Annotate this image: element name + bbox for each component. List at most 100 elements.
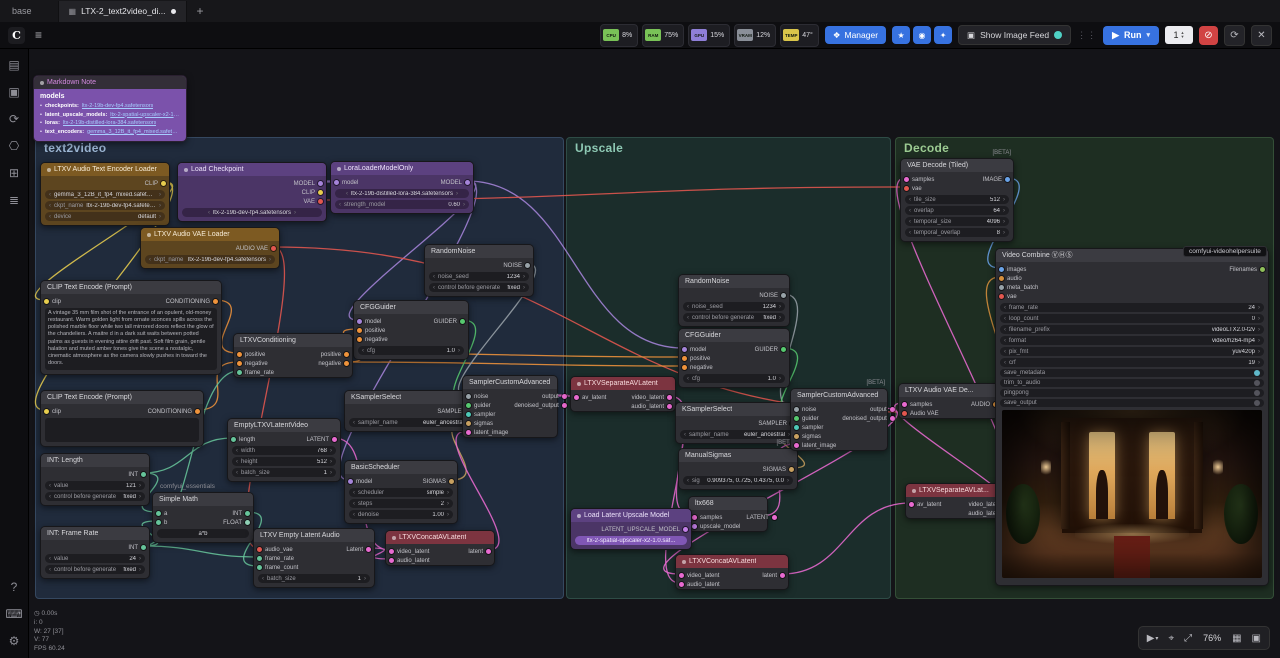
input-port-dot[interactable] bbox=[334, 180, 339, 185]
number-widget[interactable]: ‹sig0.909375, 0.725, 0.4375, 0.0› bbox=[683, 476, 793, 485]
input-port-dot[interactable] bbox=[44, 409, 49, 414]
toggle-save_metadata[interactable]: save_metadata bbox=[1000, 369, 1264, 377]
output-port-dot[interactable] bbox=[141, 545, 146, 550]
target-tool[interactable]: ⌖ bbox=[1164, 633, 1178, 644]
input-port-dot[interactable] bbox=[679, 582, 684, 587]
combo-widget[interactable]: a*b bbox=[157, 529, 249, 538]
node-concat-av-2[interactable]: LTXVConcatAVLatentvideo_latentaudio_late… bbox=[675, 554, 789, 590]
models-icon[interactable]: ⊞ bbox=[9, 166, 19, 180]
input-port-dot[interactable] bbox=[466, 430, 471, 435]
run-count-input[interactable]: 1 ▲▼ bbox=[1165, 26, 1193, 44]
note-link[interactable]: ltx-2-19b-dev-fp4.safetensors bbox=[82, 102, 154, 111]
note-link[interactable]: ltx-2-19b-distilled-lora-384.safetensors bbox=[63, 119, 157, 128]
clear-queue-button[interactable]: ✕ bbox=[1251, 25, 1272, 46]
output-port-dot[interactable] bbox=[562, 403, 567, 408]
pin-icon[interactable]: ✦ bbox=[934, 26, 952, 44]
input-port-dot[interactable] bbox=[466, 421, 471, 426]
node-clip-pos[interactable]: CLIP Text Encode (Prompt)clipCONDITIONIN… bbox=[40, 280, 222, 375]
node-ksampler-select-1[interactable]: KSamplerSelectSAMPLER‹sampler_nameeuler_… bbox=[344, 390, 478, 432]
node-random-noise-2[interactable]: RandomNoiseNOISE‹noise_seed1234›‹control… bbox=[678, 274, 790, 327]
combo-widget[interactable]: ‹schedulersimple› bbox=[349, 488, 453, 497]
output-port-dot[interactable] bbox=[161, 181, 166, 186]
number-widget[interactable]: ‹denoise1.00› bbox=[349, 510, 453, 519]
output-port-dot[interactable] bbox=[562, 394, 567, 399]
refresh-button[interactable]: ⟳ bbox=[1224, 25, 1245, 46]
output-port-dot[interactable] bbox=[366, 547, 371, 552]
input-port-dot[interactable] bbox=[237, 370, 242, 375]
node-audio-vae-loader[interactable]: LTXV Audio VAE LoaderAUDIO VAE‹ckpt_name… bbox=[140, 227, 280, 269]
input-port-dot[interactable] bbox=[999, 294, 1004, 299]
comfyui-logo[interactable]: C bbox=[8, 27, 25, 44]
node-audio-text-encoder[interactable]: LTXV Audio Text Encoder LoaderCLIP‹gemma… bbox=[40, 162, 170, 226]
number-widget[interactable]: ‹cfg1.0› bbox=[683, 374, 785, 383]
input-port-dot[interactable] bbox=[231, 437, 236, 442]
input-port-dot[interactable] bbox=[156, 511, 161, 516]
node-cfg-guider-2[interactable]: CFGGuidermodelpositivenegativeGUIDER‹cfg… bbox=[678, 328, 790, 388]
number-widget[interactable]: ‹width768› bbox=[232, 446, 336, 455]
node-load-upscale-model[interactable]: Load Latent Upscale ModelLATENT_UPSCALE_… bbox=[570, 508, 692, 550]
node-empty-latent-audio[interactable]: LTXV Empty Latent Audioaudio_vaeframe_ra… bbox=[253, 528, 375, 588]
number-widget[interactable]: ‹value121› bbox=[45, 481, 145, 490]
combo-widget[interactable]: ‹ltx-2-19b-dev-fp4.safetensors› bbox=[182, 208, 322, 217]
output-port-dot[interactable] bbox=[141, 472, 146, 477]
input-port-dot[interactable] bbox=[794, 416, 799, 421]
output-port-dot[interactable] bbox=[1005, 177, 1010, 182]
input-port-dot[interactable] bbox=[682, 356, 687, 361]
output-port-dot[interactable] bbox=[245, 520, 250, 525]
input-port-dot[interactable] bbox=[357, 319, 362, 324]
number-widget[interactable]: ‹steps2› bbox=[349, 499, 453, 508]
node-clip-neg[interactable]: CLIP Text Encode (Prompt)clipCONDITIONIN… bbox=[40, 390, 204, 447]
output-port-dot[interactable] bbox=[781, 347, 786, 352]
output-port-dot[interactable] bbox=[780, 573, 785, 578]
output-port-dot[interactable] bbox=[245, 511, 250, 516]
output-port-dot[interactable] bbox=[525, 263, 530, 268]
interrupt-button[interactable]: ⊘ bbox=[1199, 26, 1218, 45]
cursor-tool[interactable]: ▶▾ bbox=[1143, 633, 1163, 644]
new-tab-button[interactable]: + bbox=[187, 4, 214, 18]
node-simple-math[interactable]: Simple MathabINTFLOATa*b bbox=[152, 492, 254, 543]
zoom-level-label[interactable]: 76% bbox=[1198, 633, 1226, 643]
star-icon[interactable]: ★ bbox=[892, 26, 910, 44]
number-widget[interactable]: ‹tile_size512› bbox=[905, 195, 1009, 204]
text-widget[interactable] bbox=[45, 418, 199, 442]
toggle-trim_to_audio[interactable]: trim_to_audio bbox=[1000, 379, 1264, 387]
input-port-dot[interactable] bbox=[999, 276, 1004, 281]
combo-widget[interactable]: ‹sampler_nameeuler_ancestral› bbox=[349, 418, 473, 427]
output-port-dot[interactable] bbox=[1260, 267, 1265, 272]
output-port-dot[interactable] bbox=[890, 416, 895, 421]
number-widget[interactable]: ‹batch_size1› bbox=[258, 574, 370, 583]
output-port-dot[interactable] bbox=[667, 395, 672, 400]
settings-icon[interactable]: ⚙ bbox=[9, 634, 20, 648]
node-separate-av-1[interactable]: LTXVSeparateAVLatentav_latentvideo_laten… bbox=[570, 376, 676, 412]
number-widget[interactable]: ‹ckpt_nameltx-2-19b-dev-fp4.safetensors› bbox=[145, 255, 275, 264]
node-empty-latent-video[interactable]: EmptyLTXVLatentVideolengthLATENT‹width76… bbox=[227, 418, 341, 482]
minimap-toggle[interactable]: ▣ bbox=[1248, 633, 1265, 644]
number-widget[interactable]: ‹devicedefault› bbox=[45, 212, 165, 221]
output-port-dot[interactable] bbox=[195, 409, 200, 414]
node-ksampler-select-2[interactable]: KSamplerSelectSAMPLER‹sampler_nameeuler_… bbox=[675, 402, 799, 444]
video-preview-frame[interactable] bbox=[1002, 410, 1262, 578]
node-ltx668[interactable]: ltx668samplesupscale_modelLATENT bbox=[688, 496, 768, 532]
input-port-dot[interactable] bbox=[466, 403, 471, 408]
input-port-dot[interactable] bbox=[794, 425, 799, 430]
number-widget[interactable]: ‹loop_count0› bbox=[1000, 314, 1264, 323]
combo-widget[interactable]: ‹sampler_nameeuler_ancestral› bbox=[680, 430, 794, 439]
output-port-dot[interactable] bbox=[344, 352, 349, 357]
input-port-dot[interactable] bbox=[237, 361, 242, 366]
input-port-dot[interactable] bbox=[574, 395, 579, 400]
node-basic-scheduler[interactable]: BasicSchedulermodelSIGMAS‹schedulersimpl… bbox=[344, 460, 458, 524]
number-widget[interactable]: ‹temporal_size4096› bbox=[905, 217, 1009, 226]
show-image-feed-button[interactable]: ▣ Show Image Feed bbox=[958, 25, 1071, 45]
output-port-dot[interactable] bbox=[318, 190, 323, 195]
output-port-dot[interactable] bbox=[460, 319, 465, 324]
node-int-frame-rate[interactable]: INT: Frame RateINT‹value24›‹control befo… bbox=[40, 526, 150, 579]
input-port-dot[interactable] bbox=[237, 352, 242, 357]
input-port-dot[interactable] bbox=[348, 479, 353, 484]
combo-widget[interactable]: ‹formatvideo/h264-mp4› bbox=[1000, 336, 1264, 345]
input-port-dot[interactable] bbox=[44, 299, 49, 304]
combo-widget[interactable]: ‹pix_fmtyuv420p› bbox=[1000, 347, 1264, 356]
input-port-dot[interactable] bbox=[794, 443, 799, 448]
output-port-dot[interactable] bbox=[683, 527, 688, 532]
output-port-dot[interactable] bbox=[318, 181, 323, 186]
sync-icon[interactable]: ⟳ bbox=[9, 112, 19, 126]
